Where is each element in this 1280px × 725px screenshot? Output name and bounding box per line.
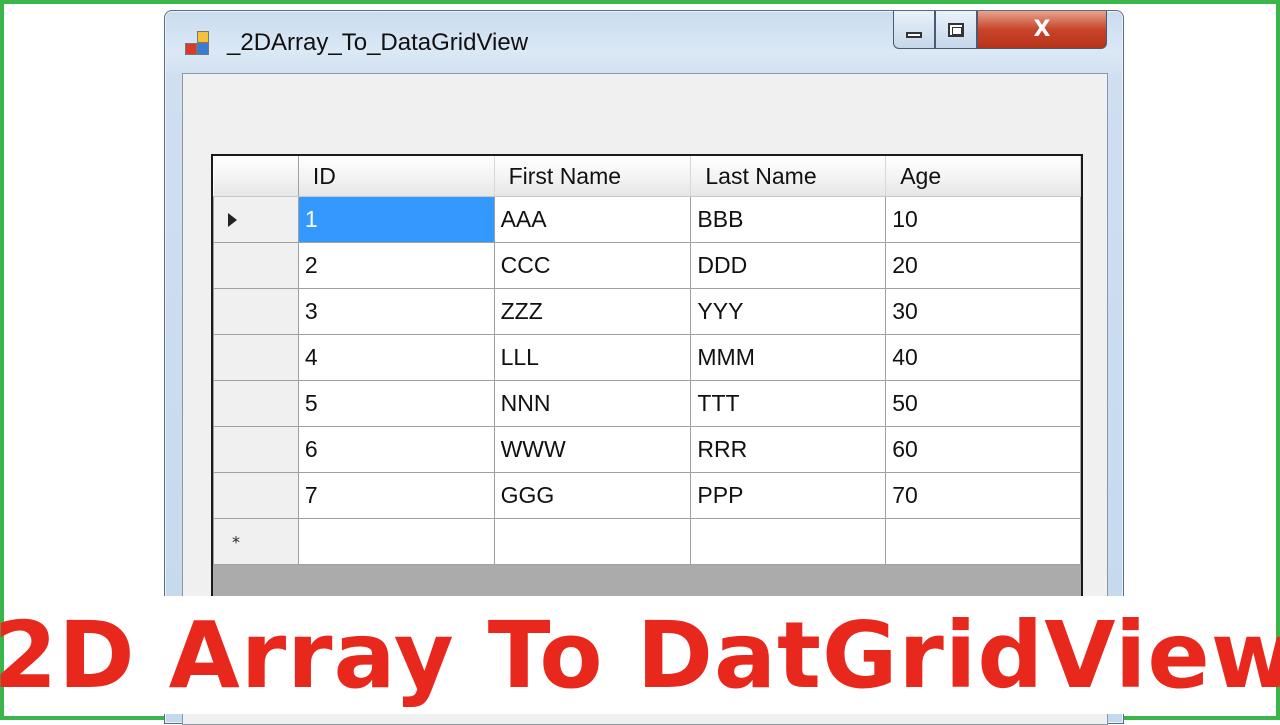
grid-cell[interactable]: 70 (885, 472, 1081, 519)
grid-table: ID First Name Last Name Age 1 AAA BBB 10… (213, 156, 1081, 565)
grid-cell[interactable]: TTT (690, 380, 887, 427)
grid-cell[interactable]: ZZZ (493, 288, 692, 335)
restore-icon (948, 22, 964, 37)
grid-cell[interactable]: 6 (297, 426, 495, 473)
column-header-row: ID First Name Last Name Age (213, 156, 1081, 197)
title-bar[interactable]: _2DArray_To_DataGridView X (165, 11, 1123, 73)
new-row-asterisk-icon: * (232, 532, 240, 551)
data-grid-view[interactable]: ID First Name Last Name Age 1 AAA BBB 10… (211, 154, 1083, 624)
grid-cell[interactable] (885, 518, 1081, 565)
row-header[interactable] (213, 380, 299, 427)
grid-cell[interactable]: 60 (885, 426, 1081, 473)
grid-cell[interactable]: GGG (493, 472, 692, 519)
grid-cell[interactable]: 5 (297, 380, 495, 427)
window-title: _2DArray_To_DataGridView (227, 29, 529, 56)
grid-cell[interactable]: 40 (885, 334, 1081, 381)
grid-cell[interactable]: LLL (493, 334, 692, 381)
grid-cell[interactable]: YYY (690, 288, 887, 335)
table-row[interactable]: 4 LLL MMM 40 (213, 334, 1081, 381)
grid-cell[interactable] (493, 518, 692, 565)
grid-cell[interactable]: PPP (690, 472, 887, 519)
table-row[interactable]: 1 AAA BBB 10 (213, 196, 1081, 243)
close-button[interactable]: X (977, 11, 1107, 49)
grid-cell[interactable]: CCC (493, 242, 692, 289)
grid-cell[interactable] (690, 518, 887, 565)
row-header[interactable] (213, 196, 299, 243)
grid-cell[interactable]: 20 (885, 242, 1081, 289)
grid-cell[interactable]: RRR (690, 426, 887, 473)
row-header[interactable] (213, 472, 299, 519)
column-header-first-name[interactable]: First Name (494, 156, 692, 197)
grid-cell[interactable]: 30 (885, 288, 1081, 335)
minimize-icon (906, 31, 922, 38)
table-row[interactable]: 5 NNN TTT 50 (213, 380, 1081, 427)
row-header[interactable] (213, 242, 299, 289)
grid-cell[interactable]: MMM (690, 334, 887, 381)
grid-cell[interactable]: BBB (690, 196, 887, 243)
grid-cell[interactable]: 2 (297, 242, 495, 289)
grid-cell[interactable]: 3 (297, 288, 495, 335)
maximize-button[interactable] (935, 11, 977, 49)
grid-cell[interactable]: DDD (690, 242, 887, 289)
grid-cell[interactable]: WWW (493, 426, 692, 473)
top-left-header-cell[interactable] (213, 156, 299, 197)
grid-cell[interactable]: 10 (885, 196, 1081, 243)
row-header[interactable] (213, 288, 299, 335)
current-row-arrow-icon (228, 212, 237, 227)
table-row[interactable]: 7 GGG PPP 70 (213, 472, 1081, 519)
close-icon: X (1033, 17, 1051, 42)
row-header[interactable] (213, 334, 299, 381)
app-icon (185, 31, 211, 57)
row-header[interactable] (213, 426, 299, 473)
thumbnail-frame: _2DArray_To_DataGridView X ID First Name… (0, 0, 1280, 725)
grid-cell[interactable]: AAA (493, 196, 692, 243)
minimize-button[interactable] (893, 11, 935, 49)
column-header-age[interactable]: Age (885, 156, 1081, 197)
grid-cell[interactable]: 7 (297, 472, 495, 519)
table-row[interactable]: 6 WWW RRR 60 (213, 426, 1081, 473)
caption-text: 2D Array To DatGridView (0, 601, 1280, 709)
new-row[interactable]: * (213, 518, 1081, 565)
row-header[interactable]: * (213, 518, 299, 565)
caption-banner: 2D Array To DatGridView (0, 596, 1280, 714)
grid-cell[interactable]: 4 (297, 334, 495, 381)
table-row[interactable]: 3 ZZZ YYY 30 (213, 288, 1081, 335)
grid-cell[interactable] (297, 518, 495, 565)
column-header-last-name[interactable]: Last Name (690, 156, 887, 197)
grid-cell[interactable]: 1 (297, 196, 495, 243)
grid-cell[interactable]: NNN (493, 380, 692, 427)
grid-cell[interactable]: 50 (885, 380, 1081, 427)
table-row[interactable]: 2 CCC DDD 20 (213, 242, 1081, 289)
column-header-id[interactable]: ID (298, 156, 495, 197)
